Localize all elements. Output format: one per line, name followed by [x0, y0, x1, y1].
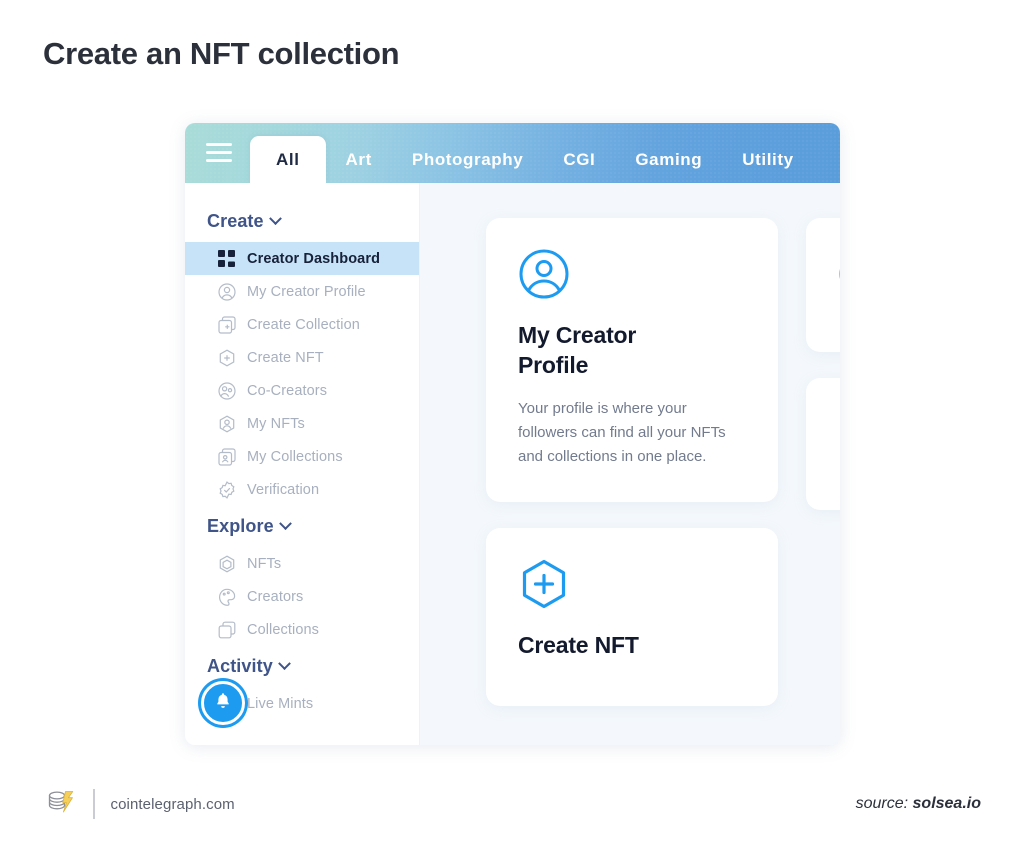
sidebar-item-label: Verification — [247, 481, 320, 498]
sidebar-section-explore[interactable]: Explore — [185, 506, 419, 547]
hexagon-user-icon — [217, 414, 236, 433]
top-navigation-bar: All Art Photography CGI Gaming Utility — [185, 123, 840, 183]
placeholder-icon — [838, 408, 840, 460]
sidebar-item-label: My NFTs — [247, 415, 305, 432]
hexagon-plus-icon — [217, 348, 236, 367]
notification-badge[interactable] — [201, 681, 245, 725]
layered-squares-user-icon — [217, 447, 236, 466]
tab-art[interactable]: Art — [326, 137, 392, 183]
sidebar-item-label: NFTs — [247, 555, 282, 572]
sidebar-item-my-creator-profile[interactable]: My Creator Profile — [185, 275, 419, 308]
chevron-down-icon — [268, 212, 282, 226]
sidebar: Create Creator Dashboard My Creator Prof… — [185, 183, 420, 745]
tab-all[interactable]: All — [250, 136, 326, 183]
sidebar-section-create[interactable]: Create — [185, 201, 419, 242]
card-column-primary: My Creator Profile Your profile is where… — [486, 218, 778, 706]
sidebar-item-label: My Collections — [247, 448, 343, 465]
card-secondary-bottom[interactable] — [806, 378, 840, 510]
page-title: Create an NFT collection — [43, 36, 400, 71]
sidebar-item-co-creators[interactable]: Co-Creators — [185, 374, 419, 407]
layered-squares-plus-icon — [217, 315, 236, 334]
footer-source: source: solsea.io — [856, 795, 981, 813]
badge-check-icon — [217, 480, 236, 499]
bell-icon — [213, 691, 233, 716]
card-title: My Creator Profile — [518, 322, 637, 379]
grid-dashboard-icon — [217, 249, 236, 268]
tab-photography[interactable]: Photography — [392, 137, 543, 183]
hexagon-plus-icon — [518, 558, 746, 610]
sidebar-item-label: Co-Creators — [247, 382, 328, 399]
card-secondary-top[interactable] — [806, 218, 840, 352]
footer-divider — [93, 789, 95, 819]
sidebar-section-create-label: Create — [207, 211, 264, 231]
sidebar-item-create-collection[interactable]: Create Collection — [185, 308, 419, 341]
app-body: Create Creator Dashboard My Creator Prof… — [185, 183, 840, 745]
user-circle-icon — [518, 248, 746, 300]
tab-cgi[interactable]: CGI — [543, 137, 615, 183]
sidebar-item-label: Collections — [247, 621, 320, 638]
card-description: Your profile is where your followers can… — [518, 399, 726, 466]
sidebar-section-activity-label: Activity — [207, 656, 273, 676]
sidebar-item-collections[interactable]: Collections — [185, 613, 419, 646]
chevron-down-icon — [277, 657, 291, 671]
placeholder-icon — [838, 248, 840, 300]
sidebar-item-creator-dashboard[interactable]: Creator Dashboard — [185, 242, 419, 275]
card-title: Create NFT — [518, 631, 639, 658]
cointelegraph-logo-icon — [43, 785, 77, 824]
sidebar-item-label: Creator Dashboard — [247, 250, 381, 267]
footer-site-name: cointelegraph.com — [110, 795, 235, 813]
footer-source-prefix: source: — [855, 795, 909, 812]
sidebar-item-label: Live Mints — [247, 695, 314, 712]
sidebar-item-label: Create Collection — [247, 316, 360, 333]
browser-mockup: All Art Photography CGI Gaming Utility C… — [185, 123, 840, 745]
sidebar-item-creators[interactable]: Creators — [185, 580, 419, 613]
card-my-creator-profile[interactable]: My Creator Profile Your profile is where… — [486, 218, 778, 502]
sidebar-item-label: My Creator Profile — [247, 283, 366, 300]
sidebar-item-verification[interactable]: Verification — [185, 473, 419, 506]
tab-gaming[interactable]: Gaming — [615, 137, 722, 183]
sidebar-item-nfts[interactable]: NFTs — [185, 547, 419, 580]
hamburger-menu-icon[interactable] — [206, 143, 232, 162]
tab-utility[interactable]: Utility — [722, 137, 813, 183]
sidebar-section-explore-label: Explore — [207, 516, 274, 536]
card-column-secondary — [806, 218, 840, 510]
hexagon-outline-icon — [217, 554, 236, 573]
chevron-down-icon — [278, 517, 292, 531]
category-tab-list: All Art Photography CGI Gaming Utility — [250, 123, 814, 183]
sidebar-item-create-nft[interactable]: Create NFT — [185, 341, 419, 374]
footer-source-name: solsea.io — [912, 795, 981, 812]
stacked-squares-icon — [217, 620, 236, 639]
main-content: My Creator Profile Your profile is where… — [420, 183, 840, 745]
footer: cointelegraph.com source: solsea.io — [43, 782, 981, 826]
poster-root: Create an NFT collection All Art Photogr… — [0, 0, 1024, 859]
users-group-icon — [217, 381, 236, 400]
sidebar-item-label: Create NFT — [247, 349, 324, 366]
card-create-nft[interactable]: Create NFT — [486, 527, 778, 706]
card-grid: My Creator Profile Your profile is where… — [486, 218, 840, 706]
footer-brand: cointelegraph.com — [43, 785, 235, 824]
sidebar-item-my-collections[interactable]: My Collections — [185, 440, 419, 473]
creator-palette-icon — [217, 587, 236, 606]
user-circle-icon — [217, 282, 236, 301]
sidebar-item-my-nfts[interactable]: My NFTs — [185, 407, 419, 440]
sidebar-item-label: Creators — [247, 588, 304, 605]
